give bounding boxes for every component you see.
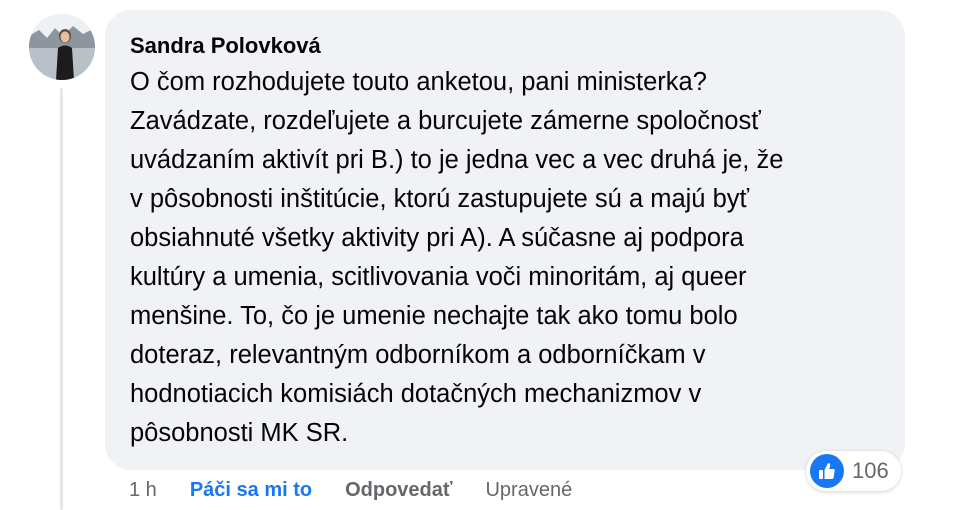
comment-line: O čom rozhodujete touto anketou, pani mi… [130,68,707,96]
comment-line: menšine. To, čo je umenie nechajte tak a… [130,302,738,330]
comment-line: Zavádzate, rozdeľujete a burcujete zámer… [130,107,761,135]
comment-line: kultúry a umenia, scitlivovania voči min… [130,263,747,291]
comment-line: doteraz, relevantným odborníkom a odborn… [130,341,706,369]
timestamp[interactable]: 1 h [129,478,157,502]
reaction-summary[interactable]: 106 [806,451,901,491]
thumbs-up-icon [810,454,844,488]
comment-line: obsiahnuté všetky aktivity pri A). A súč… [130,224,744,252]
edited-label[interactable]: Upravené [485,478,572,502]
reply-button[interactable]: Odpovedať [345,478,452,502]
comment-line: pôsobnosti MK SR. [130,419,349,447]
avatar[interactable] [29,14,95,80]
like-button[interactable]: Páči sa mi to [190,478,312,502]
comment-thread: Sandra Polovková O čom rozhodujete touto… [0,0,980,510]
comment-line: uvádzaním aktivít pri B.) to je jedna ve… [130,146,784,174]
comment-line: v pôsobnosti inštitúcie, ktorú zastupuje… [130,185,750,213]
comment-text: O čom rozhodujete touto anketou, pani mi… [130,63,885,453]
thread-line [60,88,63,510]
author-name[interactable]: Sandra Polovková [130,33,885,59]
reaction-count: 106 [852,458,889,483]
avatar-photo [29,14,95,80]
comment-actions: 1 h Páči sa mi to Odpovedať Upravené [129,478,572,502]
comment-bubble: Sandra Polovková O čom rozhodujete touto… [105,10,905,470]
comment-line: hodnotiacich komisiách dotačných mechani… [130,380,702,408]
